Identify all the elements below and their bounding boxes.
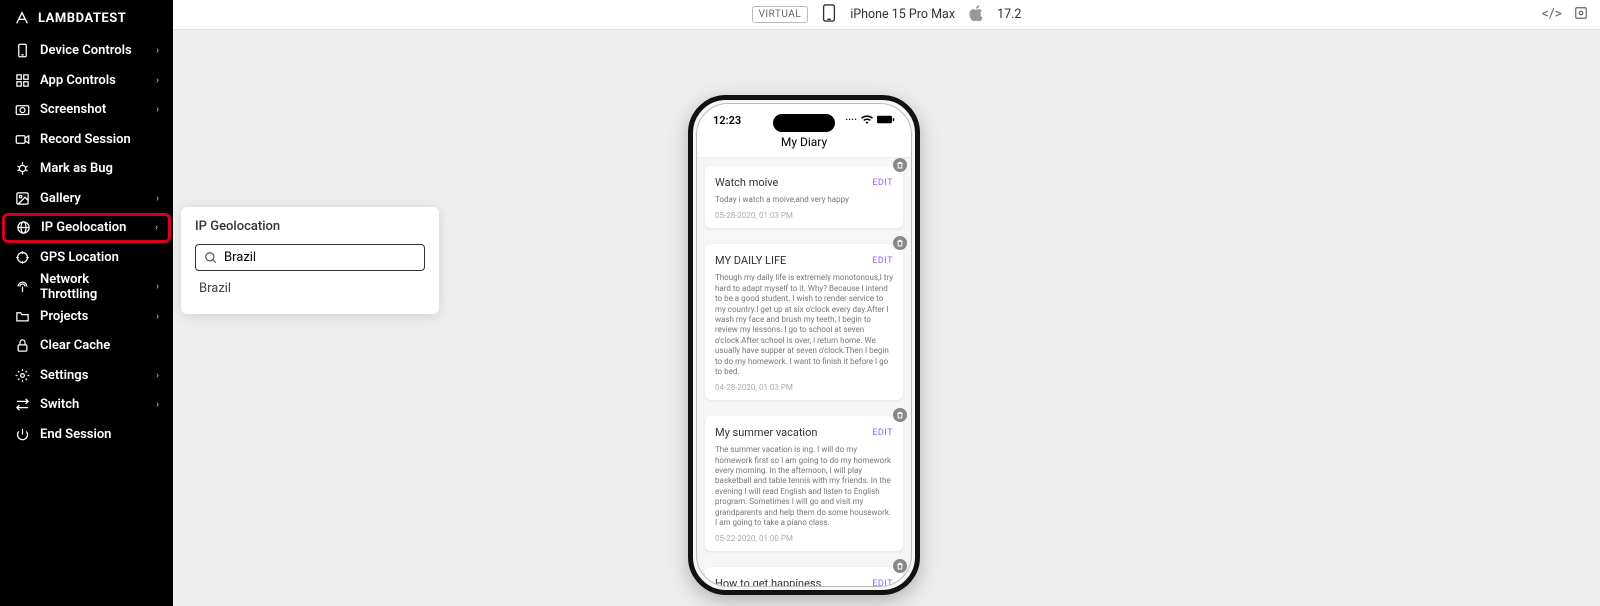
chevron-right-icon: › [156, 104, 159, 115]
geolocation-search-input[interactable] [224, 250, 416, 265]
nav-item-label: Settings [40, 368, 146, 383]
geo-result-item[interactable]: Brazil [195, 271, 425, 306]
phone-outline-icon [822, 4, 836, 26]
entry-title: Watch moive [715, 176, 778, 189]
chevron-right-icon: › [156, 311, 159, 322]
edit-button[interactable]: EDIT [872, 256, 893, 266]
chevron-right-icon: › [156, 75, 159, 86]
nav-item-ip-geolocation[interactable]: IP Geolocation › [2, 213, 171, 243]
chevron-right-icon: › [156, 399, 159, 410]
diary-entry[interactable]: MY DAILY LIFE EDIT Though my daily life is… [705, 244, 903, 400]
virtual-badge: VIRTUAL [752, 6, 809, 23]
diary-entry[interactable]: My summer vacation EDIT The summer vacatio… [705, 416, 903, 551]
nav-item-record-session[interactable]: Record Session [0, 125, 173, 155]
device-frame: 12:23 ···· My Diary Watch moive EDIT Today… [688, 95, 920, 595]
diary-entries[interactable]: Watch moive EDIT Today i watch a moive,and… [697, 158, 911, 587]
crosshair-icon [14, 250, 30, 265]
diary-entry[interactable]: Watch moive EDIT Today i watch a moive,and… [705, 166, 903, 228]
nav-item-label: End Session [40, 427, 159, 442]
image-icon [14, 191, 30, 206]
nav-item-label: GPS Location [40, 250, 159, 265]
chevron-right-icon: › [156, 370, 159, 381]
entry-body: Though my daily life is extremely monoto… [715, 273, 893, 377]
nav-item-label: Mark as Bug [40, 161, 159, 176]
switch-icon [14, 397, 30, 412]
delete-icon[interactable] [893, 236, 907, 250]
entry-body: The summer vacation is ing. I will do my… [715, 445, 893, 528]
edit-button[interactable]: EDIT [872, 428, 893, 438]
lambda-icon [14, 10, 30, 26]
search-icon [204, 251, 218, 265]
topbar: VIRTUAL iPhone 15 Pro Max 17.2 </> [173, 0, 1600, 30]
nav-item-label: Network Throttling [40, 272, 146, 302]
nav-item-label: Clear Cache [40, 338, 159, 353]
entry-title: My summer vacation [715, 426, 817, 439]
globe-icon [15, 220, 31, 235]
status-time: 12:23 [713, 114, 741, 127]
nav-item-label: Device Controls [40, 43, 146, 58]
ip-geolocation-popover: IP Geolocation Brazil [181, 207, 439, 314]
phone-icon [14, 43, 30, 58]
nav-item-label: App Controls [40, 73, 146, 88]
entry-date: 05-22-2020, 01:00 PM [715, 534, 893, 543]
nav-item-screenshot[interactable]: Screenshot › [0, 95, 173, 125]
video-icon [14, 132, 30, 147]
entry-date: 04-28-2020, 01:03 PM [715, 383, 893, 392]
nav-item-label: Screenshot [40, 102, 146, 117]
brand-text: LAMBDATEST [38, 11, 126, 26]
signal-icon [14, 279, 30, 294]
nav-item-label: Switch [40, 397, 146, 412]
apple-icon [969, 5, 983, 25]
nav-item-label: Gallery [40, 191, 146, 206]
chevron-right-icon: › [156, 193, 159, 204]
delete-icon[interactable] [893, 559, 907, 573]
nav-item-device-controls[interactable]: Device Controls › [0, 36, 173, 66]
nav-item-switch[interactable]: Switch › [0, 390, 173, 420]
camera-icon [14, 102, 30, 117]
nav-item-label: Projects [40, 309, 146, 324]
nav-item-projects[interactable]: Projects › [0, 302, 173, 332]
wifi-icon [861, 115, 873, 127]
gear-icon [14, 368, 30, 383]
folder-icon [14, 309, 30, 324]
bug-icon [14, 161, 30, 176]
nav-item-gallery[interactable]: Gallery › [0, 184, 173, 214]
nav-item-label: IP Geolocation [41, 220, 145, 235]
nav-item-mark-as-bug[interactable]: Mark as Bug [0, 154, 173, 184]
grid-icon [14, 73, 30, 88]
battery-icon [877, 115, 895, 127]
delete-icon[interactable] [893, 158, 907, 172]
nav-item-clear-cache[interactable]: Clear Cache [0, 331, 173, 361]
entry-body: Today i watch a moive,and very happy [715, 195, 893, 205]
sidebar: LAMBDATEST Device Controls › App Controls ›… [0, 0, 173, 606]
nav-item-app-controls[interactable]: App Controls › [0, 66, 173, 96]
popover-title: IP Geolocation [195, 219, 425, 234]
geolocation-search-wrap[interactable] [195, 244, 425, 271]
chevron-right-icon: › [156, 45, 159, 56]
lock-icon [14, 338, 30, 353]
app-title: My Diary [697, 131, 911, 158]
diary-entry[interactable]: How to get happinessEDITThere is no doub… [705, 567, 903, 587]
entry-title: How to get happiness [715, 577, 821, 587]
dynamic-island [773, 114, 835, 132]
nav-item-gps-location[interactable]: GPS Location [0, 243, 173, 273]
nav-item-label: Record Session [40, 132, 159, 147]
delete-icon[interactable] [893, 408, 907, 422]
edit-button[interactable]: EDIT [872, 178, 893, 188]
chevron-right-icon: › [156, 281, 159, 292]
nav-item-end-session[interactable]: End Session [0, 420, 173, 450]
entry-date: 05-28-2020, 01:03 PM [715, 211, 893, 220]
nav-item-settings[interactable]: Settings › [0, 361, 173, 391]
brand-logo: LAMBDATEST [0, 0, 173, 36]
edit-button[interactable]: EDIT [872, 579, 893, 587]
cellular-icon: ···· [845, 115, 857, 126]
power-icon [14, 427, 30, 442]
os-version: 17.2 [997, 7, 1021, 22]
entry-title: MY DAILY LIFE [715, 254, 786, 267]
settings-icon[interactable] [1574, 6, 1588, 24]
chevron-right-icon: › [155, 222, 158, 233]
device-name: iPhone 15 Pro Max [850, 7, 955, 22]
nav-item-network-throttling[interactable]: Network Throttling › [0, 272, 173, 302]
code-icon[interactable]: </> [1542, 6, 1562, 24]
